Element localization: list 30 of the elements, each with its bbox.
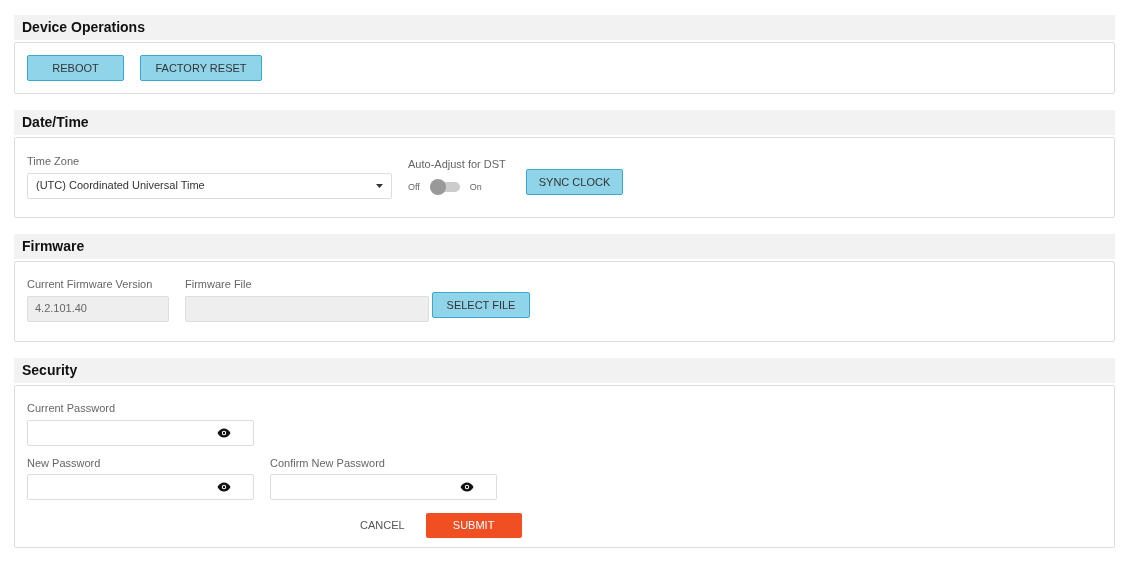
password-field[interactable] bbox=[27, 474, 254, 500]
dst-toggle[interactable] bbox=[429, 182, 460, 193]
time-zone-dropdown[interactable]: (UTC) Coordinated Universal Time bbox=[27, 172, 392, 199]
field-label: Current Firmware Version bbox=[27, 277, 154, 292]
section-title: Date/Time bbox=[22, 113, 89, 132]
caret-icon bbox=[376, 183, 383, 188]
eye-icon[interactable] bbox=[460, 482, 474, 492]
field-label: New Password bbox=[27, 455, 102, 471]
field-label: Time Zone bbox=[27, 154, 81, 169]
action-button[interactable]: REBOOT bbox=[27, 55, 124, 81]
version-field[interactable]: 4.2.101.40 bbox=[27, 295, 169, 322]
password-field[interactable] bbox=[27, 419, 254, 446]
field-label: Confirm New Password bbox=[270, 455, 386, 471]
action-button[interactable]: FACTORY RESET bbox=[140, 55, 262, 81]
field-label: Auto-Adjust for DST bbox=[408, 157, 507, 172]
action-button[interactable]: SYNC CLOCK bbox=[526, 169, 623, 196]
section-title: Firmware bbox=[22, 237, 85, 256]
eye-icon[interactable] bbox=[217, 427, 231, 438]
password-field[interactable] bbox=[270, 474, 497, 500]
firmware-file-field[interactable] bbox=[185, 295, 429, 322]
toggle-on-label: On bbox=[469, 180, 482, 194]
section-title: Device Operations bbox=[22, 18, 145, 37]
section-title: Security bbox=[22, 361, 78, 380]
submit-button[interactable]: SUBMIT bbox=[425, 513, 522, 538]
toggle-off-label: Off bbox=[408, 180, 420, 194]
field-label: Current Password bbox=[27, 401, 117, 416]
action-button[interactable]: SELECT FILE bbox=[432, 292, 530, 319]
field-label: Firmware File bbox=[185, 277, 253, 292]
cancel-button[interactable]: CANCEL bbox=[357, 517, 408, 534]
eye-icon[interactable] bbox=[217, 482, 231, 492]
